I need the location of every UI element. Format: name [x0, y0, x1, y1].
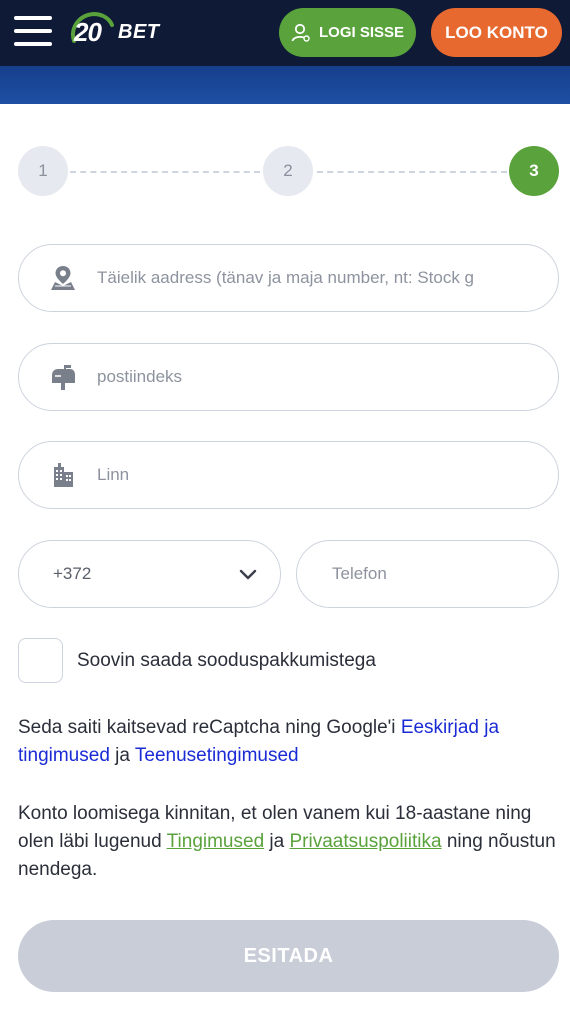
- step-3: 3: [509, 146, 559, 196]
- promo-checkbox-label[interactable]: Soovin saada sooduspakkumistega: [77, 650, 376, 672]
- create-account-button[interactable]: LOO KONTO: [431, 8, 562, 57]
- logo-number: 20: [74, 17, 102, 47]
- consent-notice: Konto loomisega kinnitan, et olen vanem …: [18, 800, 563, 884]
- privacy-policy-link[interactable]: Privaatsuspoliitika: [290, 831, 442, 852]
- step-connector: [317, 171, 507, 173]
- postcode-placeholder: postiindeks: [97, 367, 183, 386]
- building-icon: [54, 463, 73, 487]
- logo[interactable]: 20 BET: [68, 11, 160, 53]
- chevron-down-icon: [239, 569, 257, 580]
- logo-word: BET: [118, 20, 160, 43]
- login-button-label: LOGI SISSE: [318, 24, 405, 41]
- city-placeholder: Linn: [97, 465, 130, 484]
- logo-badge: 20: [68, 11, 114, 53]
- address-field[interactable]: Täielik aadress (tänav ja maja number, n…: [18, 244, 559, 312]
- create-account-label: LOO KONTO: [445, 22, 548, 42]
- step-2: 2: [263, 146, 313, 196]
- submit-button[interactable]: ESITADA: [18, 920, 559, 992]
- promo-checkbox-row: Soovin saada sooduspakkumistega: [18, 638, 376, 683]
- consent-connector: ja: [269, 831, 285, 852]
- phone-placeholder: Telefon: [332, 564, 387, 583]
- terms-of-service-link[interactable]: Teenusetingimused: [135, 745, 299, 766]
- submit-label: ESITADA: [243, 944, 334, 967]
- step-1: 1: [18, 146, 68, 196]
- address-placeholder: Täielik aadress (tänav ja maja number, n…: [97, 268, 475, 287]
- city-field[interactable]: Linn: [18, 441, 559, 509]
- recaptcha-text: Seda saiti kaitsevad reCaptcha ning Goog…: [18, 717, 396, 738]
- top-header: 20 BET LOGI SISSE LOO KONTO: [0, 0, 570, 66]
- step-indicator: 1 2 3: [18, 146, 559, 196]
- phone-code-value: +372: [53, 564, 92, 583]
- login-button[interactable]: LOGI SISSE: [279, 8, 416, 57]
- phone-code-select[interactable]: +372: [18, 540, 281, 608]
- map-pin-icon: [51, 266, 75, 290]
- postcode-field[interactable]: postiindeks: [18, 343, 559, 411]
- conditions-link[interactable]: Tingimused: [167, 831, 265, 852]
- user-icon: [291, 23, 310, 42]
- step-connector: [70, 171, 260, 173]
- recaptcha-notice: Seda saiti kaitsevad reCaptcha ning Goog…: [18, 714, 563, 770]
- menu-icon[interactable]: [14, 14, 54, 48]
- promo-checkbox[interactable]: [18, 638, 63, 683]
- mailbox-icon: [52, 365, 75, 390]
- phone-field[interactable]: Telefon: [296, 540, 559, 608]
- recaptcha-connector: ja: [115, 745, 130, 766]
- header-banner: [0, 66, 570, 104]
